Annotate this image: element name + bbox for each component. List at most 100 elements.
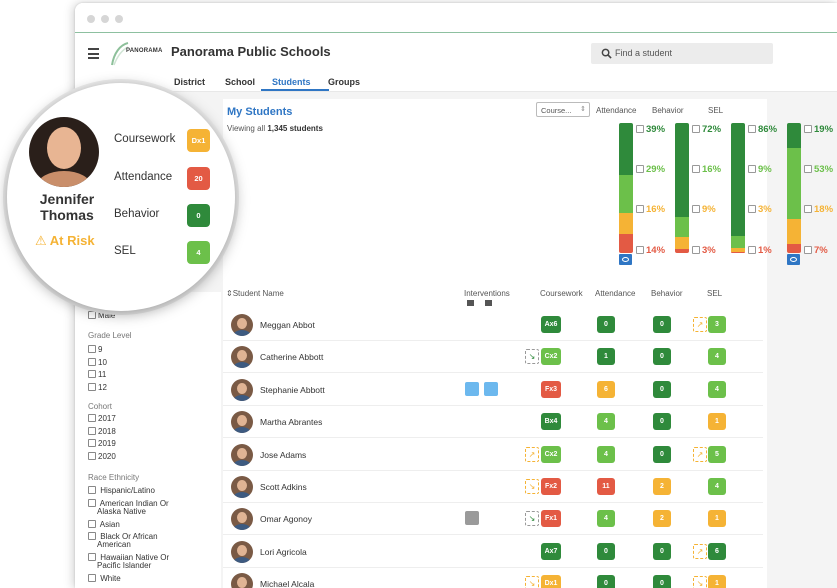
coursework-badge[interactable]: Cx2	[541, 445, 561, 463]
menu-icon[interactable]	[88, 48, 99, 62]
filter-checkbox[interactable]	[636, 246, 644, 254]
view-coursework-eye-icon[interactable]	[619, 254, 632, 265]
filter-checkbox[interactable]	[88, 439, 96, 447]
filter-checkbox[interactable]	[804, 246, 812, 254]
magnifier-metric-badge[interactable]: 0	[187, 204, 210, 227]
filter-option[interactable]: American Indian Or Alaska Native	[88, 499, 169, 516]
filter-checkbox[interactable]	[88, 451, 96, 460]
filter-option[interactable]: Asian	[88, 520, 120, 529]
filter-option[interactable]: 2019	[88, 439, 116, 448]
tab-students[interactable]: Students	[272, 77, 311, 87]
window-minimize-dot[interactable]	[101, 15, 109, 23]
course-select[interactable]: Course... ⇕	[536, 102, 590, 117]
pct-label-behavior[interactable]: 9%	[748, 164, 772, 175]
filter-checkbox[interactable]	[88, 414, 96, 422]
pct-label-coursework[interactable]: 16%	[636, 204, 665, 215]
filter-option[interactable]: 11	[88, 370, 106, 379]
bar-sel-segment[interactable]	[787, 148, 801, 220]
bar-behavior-segment[interactable]	[731, 123, 745, 236]
filter-checkbox[interactable]	[804, 205, 812, 213]
coursework-badge[interactable]: Bx4	[541, 413, 561, 431]
student-name[interactable]: Jose Adams	[260, 450, 306, 460]
bar-attendance-segment[interactable]	[675, 123, 689, 217]
attendance-badge[interactable]: 0	[597, 542, 615, 560]
filter-checkbox[interactable]	[748, 246, 756, 254]
behavior-badge[interactable]: 0	[653, 380, 671, 398]
coursework-badge[interactable]: Ax7	[541, 542, 561, 560]
sel-badge[interactable]: 5	[708, 445, 726, 463]
filter-option[interactable]: White	[88, 574, 121, 583]
pct-label-sel[interactable]: 53%	[804, 164, 833, 175]
behavior-badge[interactable]: 0	[653, 316, 671, 333]
filter-option[interactable]: Hispanic/Latino	[88, 486, 155, 495]
student-name[interactable]: Scott Adkins	[260, 482, 307, 492]
filter-checkbox[interactable]	[88, 370, 96, 378]
table-row[interactable]: Michael Alcala Dx1 0 0 1 ↘ ↘	[223, 568, 763, 588]
sel-badge[interactable]: 4	[708, 380, 726, 398]
behavior-badge[interactable]: 0	[653, 542, 671, 560]
bar-coursework-segment[interactable]	[619, 234, 633, 253]
student-name[interactable]: Michael Alcala	[260, 579, 314, 588]
filter-checkbox[interactable]	[636, 205, 644, 213]
bar-coursework-segment[interactable]	[619, 123, 633, 175]
pct-label-coursework[interactable]: 39%	[636, 124, 665, 135]
magnifier-metric-badge[interactable]: 4	[187, 241, 210, 264]
attendance-badge[interactable]: 0	[597, 575, 615, 588]
tab-school[interactable]: School	[225, 77, 255, 87]
attendance-badge[interactable]: 1	[597, 348, 615, 366]
student-search-input[interactable]: Find a student	[591, 43, 773, 64]
pct-label-behavior[interactable]: 86%	[748, 124, 777, 135]
attendance-badge[interactable]: 11	[597, 478, 615, 495]
student-name[interactable]: Martha Abrantes	[260, 417, 322, 427]
pct-label-coursework[interactable]: 29%	[636, 164, 665, 175]
filter-checkbox[interactable]	[88, 486, 96, 494]
table-row[interactable]: Lori Agricola Ax7 0 0 6 ↗	[223, 536, 763, 568]
filter-checkbox[interactable]	[88, 532, 96, 540]
filter-checkbox[interactable]	[88, 345, 96, 353]
sel-badge[interactable]: 1	[708, 575, 726, 588]
table-row[interactable]: Catherine Abbott Cx2 1 0 4 ↘	[223, 341, 763, 374]
table-row[interactable]: Omar Agonoy Fx1 4 2 1 ↘	[223, 503, 763, 536]
filter-checkbox[interactable]	[748, 205, 756, 213]
sel-badge[interactable]: 1	[708, 510, 726, 528]
filter-checkbox[interactable]	[636, 125, 644, 133]
bar-sel-segment[interactable]	[787, 243, 801, 253]
sel-badge[interactable]: 6	[708, 542, 726, 560]
filter-option[interactable]: 2017	[88, 414, 116, 423]
magnifier-metric-badge[interactable]: Dx1	[187, 129, 210, 152]
student-name[interactable]: Meggan Abbot	[260, 320, 315, 330]
filter-option[interactable]: Hawaiian Native Or Pacific Islander	[88, 553, 169, 570]
table-row[interactable]: Jose Adams Cx2 4 0 5 ↗ ↗	[223, 439, 763, 471]
attendance-badge[interactable]: 4	[597, 445, 615, 463]
bar-sel-segment[interactable]	[787, 123, 801, 149]
magnifier-metric-badge[interactable]: 20	[187, 167, 210, 190]
behavior-badge[interactable]: 0	[653, 445, 671, 463]
bar-attendance-segment[interactable]	[675, 249, 689, 253]
pct-label-sel[interactable]: 7%	[804, 245, 828, 256]
tab-district[interactable]: District	[174, 77, 205, 87]
filter-option[interactable]: Male	[88, 311, 115, 320]
coursework-badge[interactable]: Cx2	[541, 348, 561, 366]
bar-behavior-segment[interactable]	[731, 251, 745, 253]
pct-label-sel[interactable]: 18%	[804, 204, 833, 215]
sel-badge[interactable]: 3	[708, 316, 726, 333]
filter-checkbox[interactable]	[692, 205, 700, 213]
sel-badge[interactable]: 4	[708, 478, 726, 495]
behavior-badge[interactable]: 2	[653, 478, 671, 495]
student-name[interactable]: Lori Agricola	[260, 547, 307, 557]
sel-badge[interactable]: 1	[708, 413, 726, 431]
filter-checkbox[interactable]	[692, 246, 700, 254]
bar-attendance-segment[interactable]	[675, 216, 689, 238]
filter-checkbox[interactable]	[88, 311, 96, 319]
table-row[interactable]: Stephanie Abbott Fx3 6 0 4	[223, 374, 763, 406]
pct-label-sel[interactable]: 19%	[804, 124, 833, 135]
filter-option[interactable]: 2018	[88, 426, 116, 436]
bar-coursework-segment[interactable]	[619, 213, 633, 235]
behavior-badge[interactable]: 0	[653, 348, 671, 366]
filter-checkbox[interactable]	[748, 125, 756, 133]
student-name[interactable]: Stephanie Abbott	[260, 385, 325, 395]
filter-checkbox[interactable]	[88, 553, 96, 561]
pct-label-coursework[interactable]: 14%	[636, 245, 665, 256]
filter-checkbox[interactable]	[748, 165, 756, 173]
window-close-dot[interactable]	[87, 15, 95, 23]
